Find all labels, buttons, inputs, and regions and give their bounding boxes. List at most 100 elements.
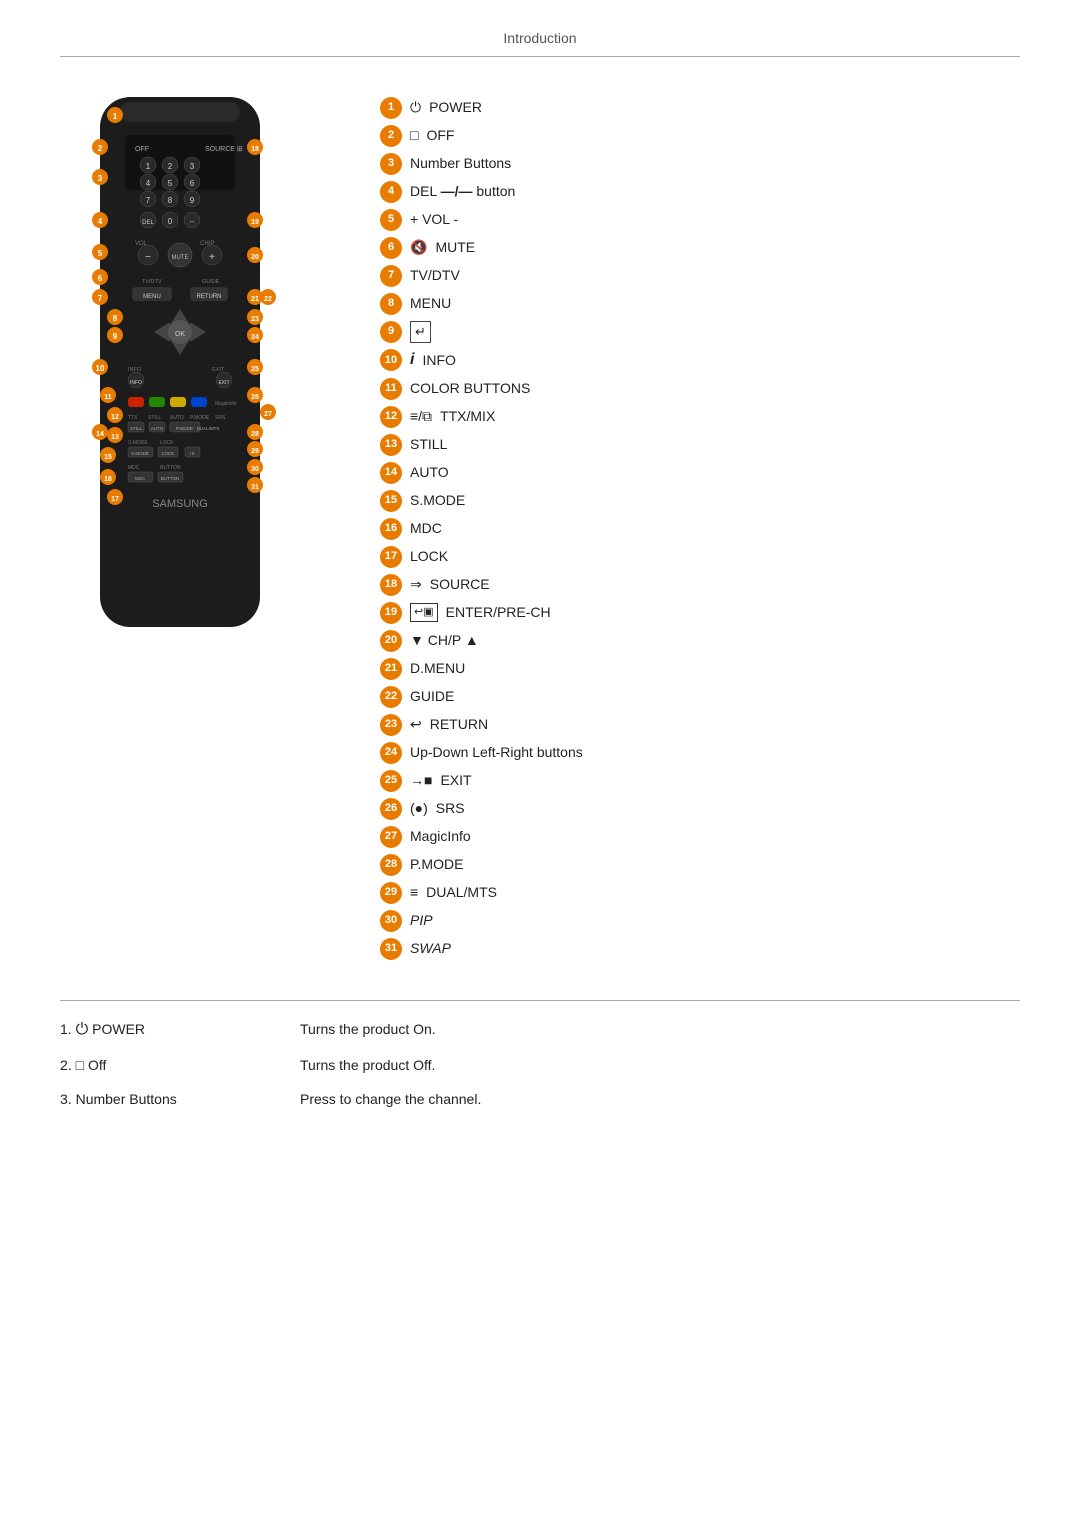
svg-text:4: 4 bbox=[146, 179, 151, 188]
badge-13: 13 bbox=[380, 434, 402, 456]
desc-item-3: 3. Number Buttons Press to change the ch… bbox=[60, 1091, 1020, 1107]
svg-text:INFO: INFO bbox=[130, 380, 142, 386]
labels-list: 1 ⏻ POWER 2 □ OFF 3 Number Buttons 4 DEL… bbox=[380, 87, 1020, 960]
desc-num-2: 2. bbox=[60, 1057, 76, 1073]
list-item: 3 Number Buttons bbox=[380, 153, 1020, 175]
svg-text:5: 5 bbox=[168, 179, 173, 188]
svg-text:11: 11 bbox=[104, 394, 112, 401]
label-text-30: PIP bbox=[410, 911, 433, 931]
svg-text:SOURCE ⊞: SOURCE ⊞ bbox=[205, 146, 243, 153]
descriptions-section: 1. ⏻ POWER Turns the product On. 2. □ Of… bbox=[60, 1000, 1020, 1107]
label-text-12: TTX/MIX bbox=[440, 407, 495, 427]
label-text-16: MDC bbox=[410, 519, 442, 539]
svg-text:LOCK: LOCK bbox=[160, 440, 174, 446]
badge-11: 11 bbox=[380, 378, 402, 400]
label-text-14: AUTO bbox=[410, 463, 449, 483]
svg-text:0: 0 bbox=[168, 217, 173, 226]
list-item: 16 MDC bbox=[380, 518, 1020, 540]
svg-text:10: 10 bbox=[96, 364, 105, 373]
label-text-24: Up-Down Left-Right buttons bbox=[410, 743, 583, 763]
label-text-22: GUIDE bbox=[410, 687, 454, 707]
page-header: Introduction bbox=[60, 30, 1020, 57]
badge-30: 30 bbox=[380, 910, 402, 932]
desc-text-1: Turns the product On. bbox=[300, 1021, 436, 1037]
label-text-6: MUTE bbox=[435, 238, 475, 258]
list-item: 11 COLOR BUTTONS bbox=[380, 378, 1020, 400]
svg-text:9: 9 bbox=[190, 196, 195, 205]
badge-19: 19 bbox=[380, 602, 402, 624]
desc-item-2: 2. □ Off Turns the product Off. bbox=[60, 1057, 1020, 1073]
label-text-15: S.MODE bbox=[410, 491, 465, 511]
svg-text:19: 19 bbox=[251, 219, 259, 226]
list-item: 31 SWAP bbox=[380, 938, 1020, 960]
label-text-3: Number Buttons bbox=[410, 154, 511, 174]
svg-text:27: 27 bbox=[264, 411, 272, 418]
svg-text:+: + bbox=[209, 252, 215, 263]
svg-text:23: 23 bbox=[251, 316, 259, 323]
svg-text:MagicInfo: MagicInfo bbox=[215, 401, 237, 407]
svg-text:24: 24 bbox=[251, 334, 259, 341]
svg-text:28: 28 bbox=[251, 431, 259, 438]
label-icon-25: →■ bbox=[410, 771, 432, 791]
svg-text:SAMSUNG: SAMSUNG bbox=[152, 498, 208, 510]
list-item: 27 MagicInfo bbox=[380, 826, 1020, 848]
badge-2: 2 bbox=[380, 125, 402, 147]
label-text-23: RETURN bbox=[430, 715, 488, 735]
list-item: 13 STILL bbox=[380, 434, 1020, 456]
list-item: 10 i INFO bbox=[380, 349, 1020, 371]
desc-label-3: 3. Number Buttons bbox=[60, 1091, 280, 1107]
label-text-17: LOCK bbox=[410, 547, 448, 567]
list-item: 28 P.MODE bbox=[380, 854, 1020, 876]
svg-text:AUTO: AUTO bbox=[151, 426, 164, 431]
badge-12: 12 bbox=[380, 406, 402, 428]
list-item: 25 →■ EXIT bbox=[380, 770, 1020, 792]
desc-item-1: 1. ⏻ POWER Turns the product On. bbox=[60, 1021, 1020, 1039]
list-item: 21 D.MENU bbox=[380, 658, 1020, 680]
svg-text:6: 6 bbox=[190, 179, 195, 188]
list-item: 9 ↵ bbox=[380, 321, 1020, 343]
label-text-13: STILL bbox=[410, 435, 447, 455]
svg-text:OK: OK bbox=[175, 331, 185, 338]
label-text-20: ▼ CH/P ▲ bbox=[410, 631, 479, 651]
svg-text:2: 2 bbox=[98, 144, 103, 153]
label-text-29: DUAL/MTS bbox=[426, 883, 497, 903]
svg-text:MUTE: MUTE bbox=[172, 255, 189, 261]
desc-num-3: 3. bbox=[60, 1091, 76, 1107]
desc-text-2: Turns the product Off. bbox=[300, 1057, 435, 1073]
svg-text:TV/DTV: TV/DTV bbox=[142, 279, 162, 285]
list-item: 23 ↩ RETURN bbox=[380, 714, 1020, 736]
list-item: 2 □ OFF bbox=[380, 125, 1020, 147]
badge-8: 8 bbox=[380, 293, 402, 315]
list-item: 26 (●) SRS bbox=[380, 798, 1020, 820]
main-content: OFF SOURCE ⊞ 1 2 3 4 5 6 7 bbox=[60, 87, 1020, 960]
list-item: 18 ⇒ SOURCE bbox=[380, 574, 1020, 596]
svg-text:26: 26 bbox=[251, 394, 259, 401]
label-text-21: D.MENU bbox=[410, 659, 465, 679]
svg-text:DEL: DEL bbox=[142, 220, 154, 226]
label-text-31: SWAP bbox=[410, 939, 451, 959]
badge-20: 20 bbox=[380, 630, 402, 652]
label-icon-6: 🔇 bbox=[410, 238, 427, 258]
list-item: 4 DEL —/— button bbox=[380, 181, 1020, 203]
svg-text:22: 22 bbox=[264, 296, 272, 303]
label-text-25: EXIT bbox=[440, 771, 471, 791]
label-text-1: POWER bbox=[429, 98, 482, 118]
list-item: 20 ▼ CH/P ▲ bbox=[380, 630, 1020, 652]
list-item: 24 Up-Down Left-Right buttons bbox=[380, 742, 1020, 764]
label-icon-29: ≡ bbox=[410, 883, 418, 903]
badge-22: 22 bbox=[380, 686, 402, 708]
list-item: 19 ↩▣ ENTER/PRE-CH bbox=[380, 602, 1020, 624]
svg-text:1: 1 bbox=[113, 112, 118, 121]
svg-text:6: 6 bbox=[98, 274, 103, 283]
label-text-5: + VOL - bbox=[410, 210, 458, 230]
header-title: Introduction bbox=[503, 30, 576, 46]
svg-text:S.MODE: S.MODE bbox=[131, 451, 149, 456]
svg-text:18: 18 bbox=[251, 146, 259, 153]
badge-27: 27 bbox=[380, 826, 402, 848]
label-icon-26: (●) bbox=[410, 799, 428, 819]
svg-text:P.MODE-: P.MODE- bbox=[176, 426, 195, 431]
list-item: 14 AUTO bbox=[380, 462, 1020, 484]
badge-14: 14 bbox=[380, 462, 402, 484]
list-item: 29 ≡ DUAL/MTS bbox=[380, 882, 1020, 904]
svg-text:−: − bbox=[145, 252, 151, 263]
